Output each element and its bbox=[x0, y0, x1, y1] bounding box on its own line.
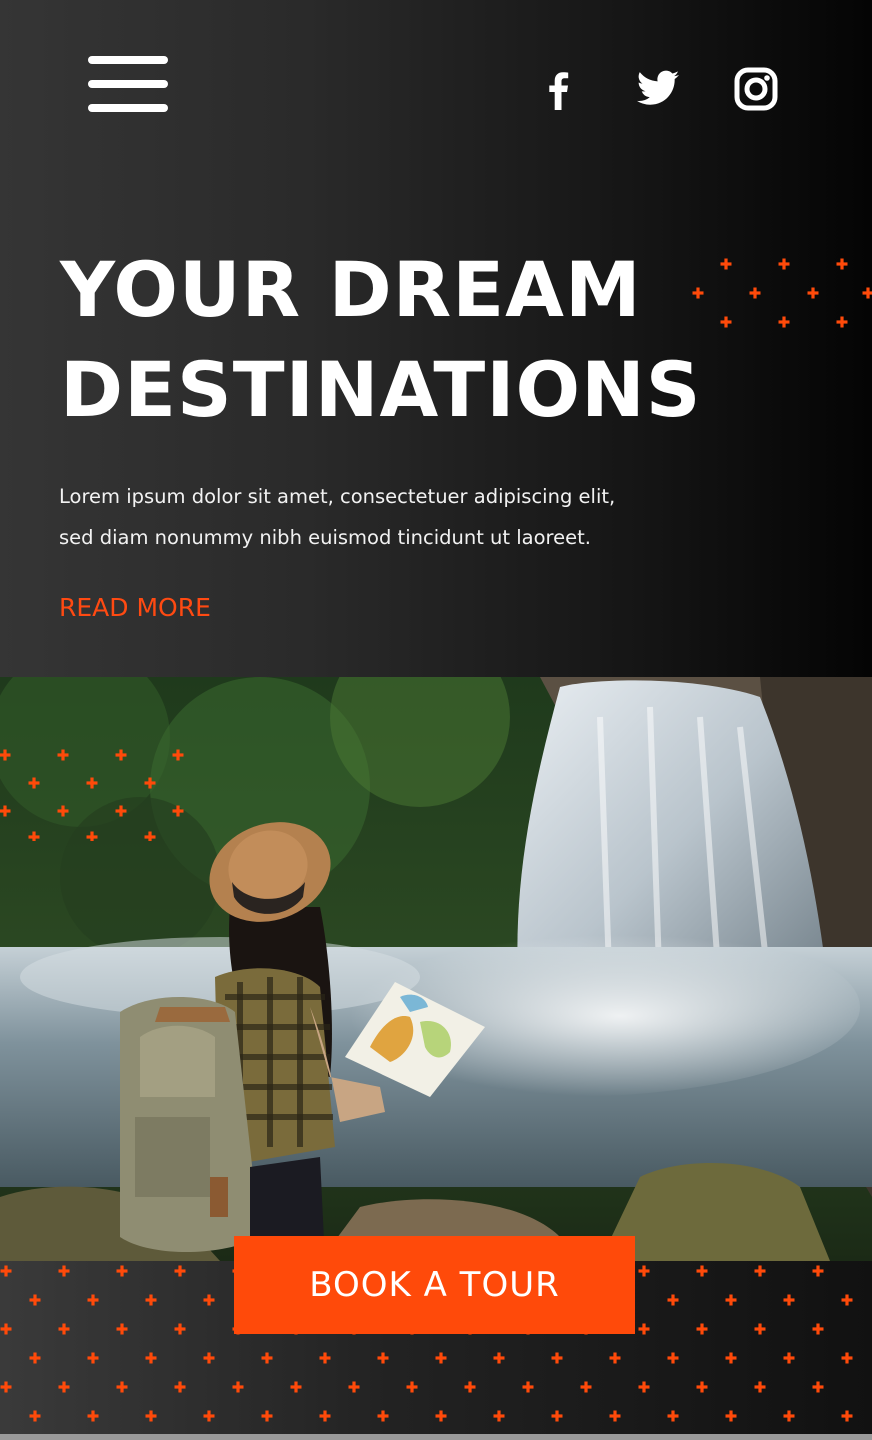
cross-mark bbox=[174, 1381, 186, 1393]
cross-mark bbox=[435, 1352, 447, 1364]
cross-mark bbox=[812, 1265, 824, 1277]
cross-mark bbox=[261, 1352, 273, 1364]
hero-description: Lorem ipsum dolor sit amet, consectetuer… bbox=[59, 476, 709, 558]
cross-mark bbox=[464, 1381, 476, 1393]
title-line-1: YOUR DREAM bbox=[60, 245, 642, 334]
cross-mark bbox=[725, 1410, 737, 1422]
cross-mark bbox=[812, 1323, 824, 1335]
cross-mark bbox=[145, 1410, 157, 1422]
cross-mark bbox=[841, 1352, 853, 1364]
cross-mark bbox=[725, 1352, 737, 1364]
cross-mark bbox=[116, 1381, 128, 1393]
menu-bar bbox=[88, 80, 168, 88]
cross-mark bbox=[696, 1265, 708, 1277]
menu-bar bbox=[88, 56, 168, 64]
cross-mark bbox=[522, 1381, 534, 1393]
cross-mark bbox=[841, 1410, 853, 1422]
cross-mark bbox=[58, 1323, 70, 1335]
cross-mark bbox=[0, 1323, 12, 1335]
facebook-icon[interactable] bbox=[536, 66, 582, 112]
twitter-icon[interactable] bbox=[635, 66, 681, 112]
cross-mark bbox=[783, 1352, 795, 1364]
cross-mark bbox=[841, 1294, 853, 1306]
read-more-link[interactable]: READ MORE bbox=[59, 590, 211, 626]
cross-mark bbox=[783, 1294, 795, 1306]
cross-mark bbox=[667, 1410, 679, 1422]
cross-mark bbox=[493, 1352, 505, 1364]
cross-mark bbox=[435, 1410, 447, 1422]
cross-mark bbox=[609, 1352, 621, 1364]
cross-mark bbox=[203, 1410, 215, 1422]
cross-mark bbox=[261, 1410, 273, 1422]
cross-mark bbox=[638, 1381, 650, 1393]
cross-mark bbox=[551, 1410, 563, 1422]
cross-mark bbox=[667, 1294, 679, 1306]
cross-mark bbox=[290, 1381, 302, 1393]
cross-mark bbox=[319, 1410, 331, 1422]
cross-mark bbox=[116, 1265, 128, 1277]
cross-mark bbox=[145, 1352, 157, 1364]
cross-mark bbox=[87, 1410, 99, 1422]
cross-mark bbox=[783, 1410, 795, 1422]
cross-mark bbox=[754, 1265, 766, 1277]
title-line-2: DESTINATIONS bbox=[60, 345, 702, 434]
page-title: YOUR DREAM DESTINATIONS bbox=[60, 240, 701, 440]
cross-mark bbox=[754, 1323, 766, 1335]
hamburger-menu-icon[interactable] bbox=[88, 56, 168, 112]
cross-mark bbox=[29, 1410, 41, 1422]
cross-mark bbox=[580, 1381, 592, 1393]
cross-mark bbox=[58, 1381, 70, 1393]
cross-mark bbox=[696, 1381, 708, 1393]
cross-mark bbox=[174, 1323, 186, 1335]
cross-mark bbox=[812, 1381, 824, 1393]
cross-mark bbox=[667, 1352, 679, 1364]
cross-mark bbox=[87, 1352, 99, 1364]
cross-mark bbox=[348, 1381, 360, 1393]
cross-mark bbox=[232, 1381, 244, 1393]
traveler-waterfall-photo bbox=[0, 677, 872, 1261]
cross-mark bbox=[696, 1323, 708, 1335]
cross-mark bbox=[377, 1352, 389, 1364]
bottom-edge-strip bbox=[0, 1434, 872, 1440]
book-a-tour-button[interactable]: BOOK A TOUR bbox=[234, 1236, 635, 1334]
cross-mark bbox=[551, 1352, 563, 1364]
page: YOUR DREAM DESTINATIONS Lorem ipsum dolo… bbox=[0, 0, 872, 1440]
cross-mark bbox=[87, 1294, 99, 1306]
cross-mark bbox=[406, 1381, 418, 1393]
description-line-1: Lorem ipsum dolor sit amet, consectetuer… bbox=[59, 485, 616, 508]
cross-mark bbox=[754, 1381, 766, 1393]
cross-mark bbox=[116, 1323, 128, 1335]
cross-mark bbox=[174, 1265, 186, 1277]
cross-mark bbox=[377, 1410, 389, 1422]
cross-mark bbox=[29, 1294, 41, 1306]
menu-bar bbox=[88, 104, 168, 112]
hero-section: YOUR DREAM DESTINATIONS Lorem ipsum dolo… bbox=[0, 0, 872, 677]
cross-mark bbox=[203, 1294, 215, 1306]
cross-mark bbox=[319, 1352, 331, 1364]
instagram-icon[interactable] bbox=[733, 66, 779, 112]
cross-pattern-decoration bbox=[690, 250, 872, 340]
cross-mark bbox=[638, 1265, 650, 1277]
cross-mark bbox=[145, 1294, 157, 1306]
cross-mark bbox=[493, 1410, 505, 1422]
cross-mark bbox=[609, 1410, 621, 1422]
cross-mark bbox=[638, 1323, 650, 1335]
cross-mark bbox=[203, 1352, 215, 1364]
cross-mark bbox=[58, 1265, 70, 1277]
description-line-2: sed diam nonummy nibh euismod tincidunt … bbox=[59, 526, 591, 549]
cross-mark bbox=[725, 1294, 737, 1306]
cross-mark bbox=[0, 1381, 12, 1393]
cross-mark bbox=[29, 1352, 41, 1364]
cross-mark bbox=[0, 1265, 12, 1277]
